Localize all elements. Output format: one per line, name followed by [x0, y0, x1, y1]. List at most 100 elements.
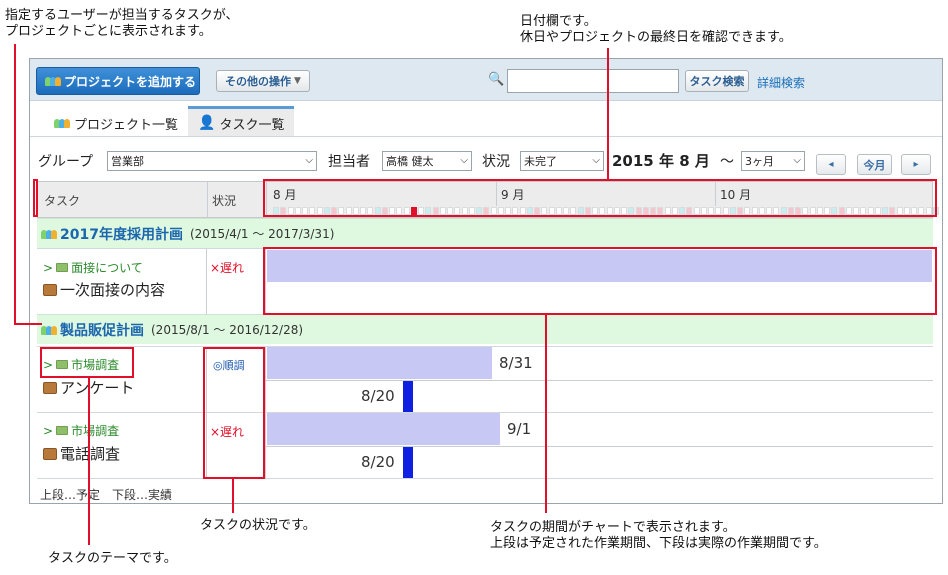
tab-task-list[interactable]: 👤 タスク一覧: [188, 106, 295, 137]
task-name[interactable]: 一次面接の内容: [60, 279, 165, 300]
task-item[interactable]: 一次面接の内容: [43, 279, 165, 300]
project-icon: [45, 75, 61, 87]
task-row: > 市場調査 アンケート ◎順調 8/31 8/20: [37, 346, 933, 413]
callout-theme: タスクのテーマです。: [48, 551, 177, 566]
plan-end-label: 8/31: [499, 354, 533, 372]
task-name[interactable]: 電話調査: [60, 443, 120, 464]
callout-themes: 指定するユーザーが担当するタスクが、 プロジェクトごとに表示されます。: [5, 8, 238, 40]
actual-end-label: 8/20: [361, 453, 395, 471]
user-icon: 👤: [198, 115, 216, 131]
column-divider: [206, 249, 207, 315]
task-item[interactable]: 電話調査: [43, 443, 120, 464]
actual-end-label: 8/20: [361, 387, 395, 405]
project-range: (2015/8/1 ～ 2016/12/28): [151, 323, 304, 337]
actual-bar: [403, 381, 413, 413]
task-row: > 市場調査 電話調査 ×遅れ 9/1 8/20: [37, 412, 933, 479]
tab-project-list[interactable]: プロジェクト一覧: [44, 109, 188, 137]
search-input[interactable]: [507, 69, 679, 93]
assignee-value: 高橋 健太: [386, 155, 434, 168]
callout-themes-line2: プロジェクトごとに表示されます。: [5, 24, 212, 39]
row-split: [265, 446, 933, 447]
group-value: 営業部: [111, 155, 144, 168]
add-project-label: プロジェクトを追加する: [64, 74, 197, 89]
project-name[interactable]: 製品販促計画: [60, 320, 144, 340]
project-range: (2015/4/1 ～ 2017/3/31): [189, 227, 335, 241]
callout-period-line1: タスクの期間がチャートで表示されます。: [490, 520, 736, 535]
project-icon: [41, 228, 57, 240]
annotation-line: [232, 479, 234, 513]
theme-prefix: >: [43, 423, 54, 438]
group-select[interactable]: 営業部 ⌵: [107, 151, 317, 171]
plan-bar: [267, 413, 500, 445]
actual-bar: [403, 447, 413, 479]
task-search-button[interactable]: タスク検索: [685, 70, 749, 92]
task-name[interactable]: アンケート: [60, 377, 134, 398]
tab-bar: プロジェクト一覧 👤 タスク一覧: [30, 101, 942, 137]
other-actions-button[interactable]: その他の操作 ▼: [216, 70, 310, 92]
advanced-search-link[interactable]: 詳細検索: [757, 74, 805, 91]
next-arrow-icon: ▸: [913, 159, 919, 170]
chevron-down-icon: ⌵: [305, 155, 313, 166]
other-actions-label: その他の操作: [225, 75, 292, 88]
task-box-icon: [43, 381, 57, 394]
toolbar: プロジェクトを追加する その他の操作 ▼ 🔍 タスク検索 詳細検索: [30, 59, 942, 101]
status-filter-label: 状況: [482, 154, 510, 170]
plan-bar: [267, 347, 492, 379]
prev-arrow-icon: ◂: [828, 159, 834, 170]
project-name[interactable]: 2017年度採用計画: [60, 224, 183, 244]
annotation-line: [14, 44, 16, 325]
task-theme[interactable]: > 面接について: [43, 259, 143, 276]
callout-date-line2: 休日やプロジェクトの最終日を確認できます。: [520, 30, 792, 45]
annotation-date-box: [263, 179, 937, 217]
annotation-line: [607, 48, 609, 181]
range-value: 3ヶ月: [745, 155, 774, 168]
folder-icon: [56, 426, 69, 435]
callout-themes-line1: 指定するユーザーが担当するタスクが、: [5, 8, 239, 23]
project-icon: [54, 117, 70, 129]
annotation-line: [14, 323, 42, 325]
theme-name[interactable]: 面接について: [71, 259, 143, 276]
range-tilde: ～: [720, 154, 734, 170]
annotation-line: [88, 378, 90, 545]
tab-label: プロジェクト一覧: [74, 117, 179, 133]
column-task-header: タスク: [44, 194, 81, 208]
grid-bottom: [37, 478, 933, 479]
task-box-icon: [43, 283, 57, 296]
current-date-display: 2015 年 8 月: [612, 152, 710, 170]
status-value: 未完了: [524, 155, 557, 168]
next-month-button[interactable]: ▸: [901, 154, 931, 175]
prev-month-button[interactable]: ◂: [816, 154, 846, 175]
folder-icon: [56, 263, 69, 272]
assignee-select[interactable]: 高橋 健太 ⌵: [382, 151, 472, 171]
chevron-down-icon: ⌵: [592, 155, 600, 166]
annotation-status-box: [203, 347, 265, 479]
group-label: グループ: [38, 154, 94, 170]
theme-name[interactable]: 市場調査: [71, 422, 119, 439]
chevron-down-icon: ▼: [294, 76, 301, 86]
chevron-down-icon: ⌵: [793, 155, 801, 166]
column-status-header: 状況: [212, 194, 237, 208]
project-icon: [41, 324, 57, 336]
annotation-theme-box: [40, 347, 134, 378]
project-row[interactable]: 製品販促計画 (2015/8/1 ～ 2016/12/28): [37, 314, 933, 344]
task-search-label: タスク検索: [689, 75, 745, 88]
legend-text: 上段…予定 下段…実績: [40, 488, 173, 502]
project-row[interactable]: 2017年度採用計画 (2015/4/1 ～ 2017/3/31): [37, 218, 933, 248]
add-project-button[interactable]: プロジェクトを追加する: [36, 67, 200, 95]
row-split: [265, 380, 933, 381]
assignee-label: 担当者: [328, 154, 370, 170]
theme-prefix: >: [43, 260, 54, 275]
task-theme[interactable]: > 市場調査: [43, 422, 119, 439]
callout-period: タスクの期間がチャートで表示されます。 上段は予定された作業期間、下段は実際の作…: [490, 520, 827, 552]
tab-divider: [30, 136, 942, 137]
plan-end-label: 9/1: [507, 420, 532, 438]
this-month-button[interactable]: 今月: [857, 154, 892, 175]
status-select[interactable]: 未完了 ⌵: [520, 151, 604, 171]
range-select[interactable]: 3ヶ月 ⌵: [741, 151, 805, 171]
annotation-task-edge: [33, 179, 38, 217]
status-badge: ×遅れ: [210, 261, 245, 275]
callout-date-line1: 日付欄です。: [520, 14, 597, 29]
callout-date: 日付欄です。 休日やプロジェクトの最終日を確認できます。: [520, 14, 792, 46]
this-month-label: 今月: [863, 158, 886, 172]
callout-period-line2: 上段は予定された作業期間、下段は実際の作業期間です。: [490, 536, 827, 551]
